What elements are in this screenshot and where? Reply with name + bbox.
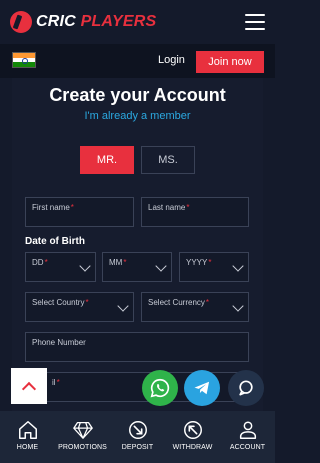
chevron-down-icon [117, 300, 129, 312]
date-of-birth-label: Date of Birth [25, 236, 85, 247]
user-account-icon [239, 421, 256, 439]
dob-month-label: MM* [109, 258, 127, 267]
logo-text-cric: CRIC [36, 13, 76, 30]
telegram-button[interactable] [184, 370, 220, 406]
chevron-up-icon [21, 381, 37, 396]
nav-promotions[interactable]: PROMOTIONS [55, 411, 110, 463]
home-icon [18, 421, 37, 439]
hamburger-menu-icon[interactable] [245, 14, 265, 30]
whatsapp-icon [150, 378, 170, 398]
chevron-down-icon [232, 260, 244, 272]
country-select[interactable]: Select Country* [25, 292, 134, 322]
phone-number-label: Phone Number [32, 338, 86, 347]
nav-deposit[interactable]: DEPOSIT [110, 411, 165, 463]
chevron-down-icon [232, 300, 244, 312]
deposit-icon [128, 421, 147, 439]
already-member-link[interactable]: I'm already a member [0, 110, 275, 122]
phone-number-field[interactable]: Phone Number [25, 332, 249, 362]
chat-bubble-icon [239, 380, 253, 396]
bottom-navigation: HOME PROMOTIONS DEPOSIT WITHDRAW ACCOUNT [0, 411, 275, 463]
logo-text: CRIC PLAYERS [36, 13, 156, 31]
nav-account[interactable]: ACCOUNT [220, 411, 275, 463]
withdraw-icon [183, 421, 202, 439]
title-mr-button[interactable]: MR. [80, 146, 134, 174]
sub-header: Login Join now [0, 44, 275, 78]
first-name-label: First name* [32, 203, 74, 212]
currency-select[interactable]: Select Currency* [141, 292, 249, 322]
nav-home-label: HOME [16, 444, 39, 451]
chevron-down-icon [155, 260, 167, 272]
join-now-button[interactable]: Join now [196, 51, 264, 73]
country-label: Select Country* [32, 298, 89, 307]
currency-label: Select Currency* [148, 298, 210, 307]
nav-deposit-label: DEPOSIT [121, 444, 154, 451]
dob-year-select[interactable]: YYYY* [179, 252, 249, 282]
nav-home[interactable]: HOME [0, 411, 55, 463]
diamond-icon [72, 422, 93, 439]
nav-withdraw-label: WITHDRAW [172, 444, 213, 451]
cricplayers-logo[interactable]: CRIC PLAYERS [10, 11, 156, 33]
nav-account-label: ACCOUNT [229, 444, 266, 451]
page-title: Create your Account [49, 85, 226, 105]
top-header: CRIC PLAYERS [0, 0, 275, 44]
first-name-field[interactable]: First name* [25, 197, 134, 227]
nav-withdraw[interactable]: WITHDRAW [165, 411, 220, 463]
logo-text-players: PLAYERS [80, 13, 157, 30]
dob-year-label: YYYY* [186, 258, 212, 267]
live-chat-button[interactable] [228, 370, 264, 406]
login-link[interactable]: Login [158, 54, 185, 66]
email-label: il* [52, 378, 60, 387]
last-name-label: Last name* [148, 203, 190, 212]
dob-day-label: DD* [32, 258, 48, 267]
cricket-ball-icon [10, 11, 32, 33]
dob-month-select[interactable]: MM* [102, 252, 172, 282]
last-name-field[interactable]: Last name* [141, 197, 249, 227]
title-ms-button[interactable]: MS. [141, 146, 195, 174]
dob-day-select[interactable]: DD* [25, 252, 96, 282]
whatsapp-button[interactable] [142, 370, 178, 406]
chevron-down-icon [79, 260, 91, 272]
scroll-to-top-button[interactable] [11, 368, 47, 404]
india-flag-icon[interactable] [12, 52, 36, 68]
telegram-icon [194, 381, 210, 395]
nav-promotions-label: PROMOTIONS [58, 444, 107, 451]
